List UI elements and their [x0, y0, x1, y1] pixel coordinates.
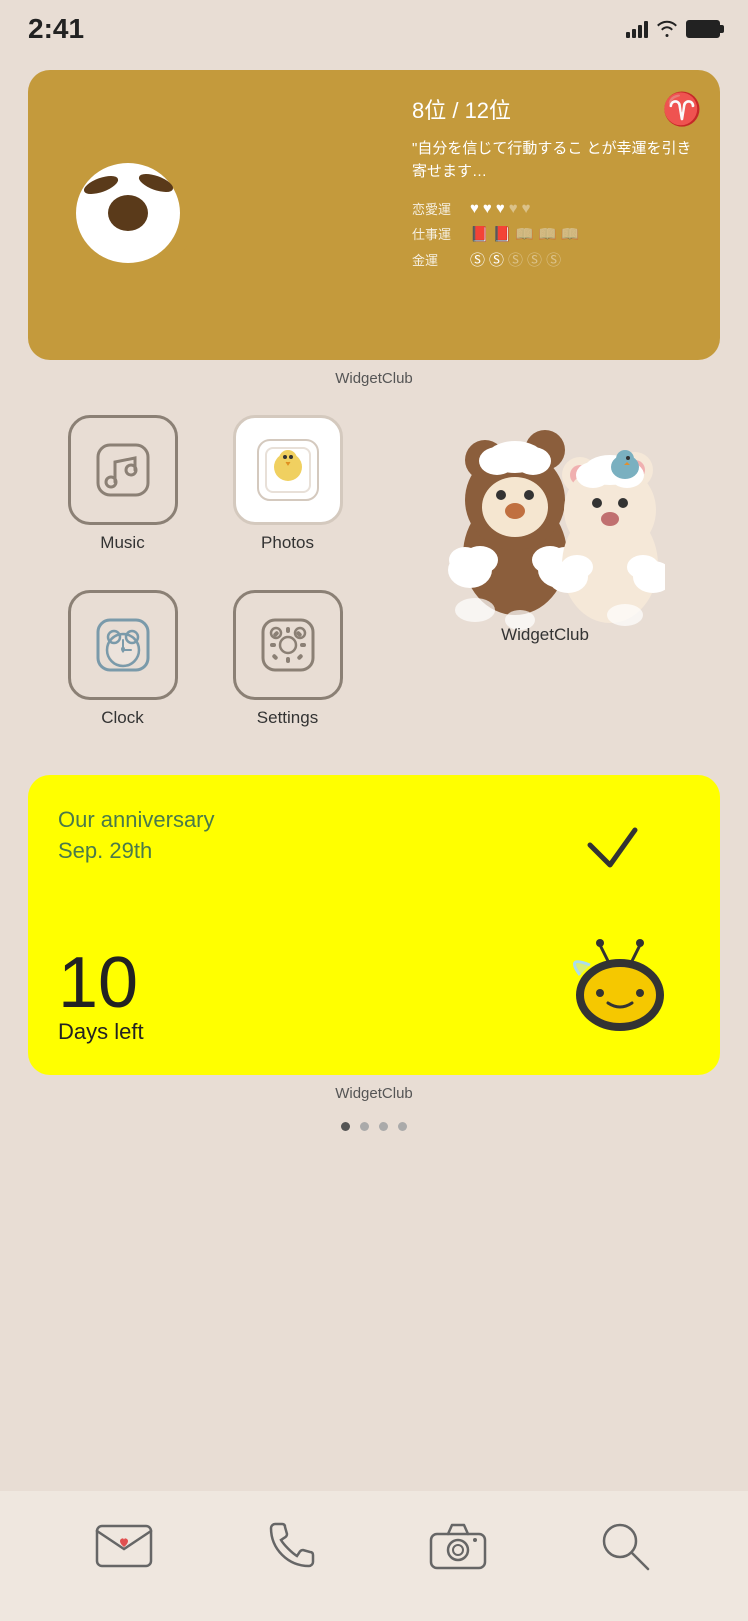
clock-icon[interactable]	[68, 590, 178, 700]
music-icon[interactable]	[68, 415, 178, 525]
anniversary-title-date: Sep. 29th	[58, 838, 152, 863]
bee-decoration	[560, 935, 680, 1035]
photos-svg	[253, 435, 323, 505]
search-icon	[596, 1517, 654, 1575]
checkmark-decoration	[580, 825, 640, 875]
page-dot-1[interactable]	[341, 1122, 350, 1131]
settings-icon[interactable]	[233, 590, 343, 700]
work-rating-row: 仕事運 📕 📕 📖 📖 📖	[412, 224, 702, 243]
app-grid: Music Photos	[40, 415, 720, 745]
rilakkuma-illustration	[425, 415, 665, 635]
page-dots	[0, 1122, 748, 1131]
music-app[interactable]: Music	[40, 415, 205, 553]
love-rating-row: 恋愛運 ♥ ♥ ♥ ♥ ♥	[412, 199, 702, 218]
anniversary-title-line1: Our anniversary	[58, 807, 215, 832]
money-rating-row: 金運 Ⓢ Ⓢ Ⓢ Ⓢ Ⓢ	[412, 249, 702, 270]
horoscope-quote: "自分を信じて行動するこ とが幸運を引き寄せます…	[412, 138, 702, 183]
dock	[0, 1491, 748, 1621]
battery-icon	[686, 20, 720, 38]
money-rating-icons: Ⓢ Ⓢ Ⓢ Ⓢ Ⓢ	[470, 249, 561, 270]
photos-icon[interactable]	[233, 415, 343, 525]
bear-illustration	[46, 95, 211, 305]
work-rating-icons: 📕 📕 📖 📖 📖	[470, 225, 579, 243]
status-bar: 2:41	[0, 0, 748, 54]
love-rating-icons: ♥ ♥ ♥ ♥ ♥	[470, 200, 531, 217]
horoscope-widget-club-label: WidgetClub	[0, 370, 748, 387]
signal-icon	[626, 20, 648, 38]
clock-label: Clock	[101, 708, 144, 728]
mail-icon	[94, 1521, 154, 1571]
rilakkuma-widget[interactable]: WidgetClub	[370, 415, 720, 645]
search-app[interactable]	[590, 1511, 660, 1581]
clock-app[interactable]: Clock	[40, 590, 205, 728]
wifi-icon	[656, 20, 678, 38]
photos-label: Photos	[261, 533, 314, 553]
camera-app[interactable]	[423, 1511, 493, 1581]
zodiac-symbol: ♈	[662, 90, 702, 128]
widgetclub-right-label: WidgetClub	[501, 625, 589, 645]
horoscope-content: 8位 / 12位 ♈ "自分を信じて行動するこ とが幸運を引き寄せます… 恋愛運…	[412, 90, 702, 276]
money-rating-label: 金運	[412, 250, 464, 269]
camera-icon	[428, 1520, 488, 1572]
horoscope-rank: 8位 / 12位 ♈	[412, 90, 702, 128]
music-label: Music	[100, 533, 144, 553]
music-svg	[93, 440, 153, 500]
anniversary-widget[interactable]: Our anniversary Sep. 29th 10 Days left	[28, 775, 720, 1075]
settings-app[interactable]: Settings	[205, 590, 370, 728]
page-dot-3[interactable]	[379, 1122, 388, 1131]
settings-label: Settings	[257, 708, 318, 728]
phone-app[interactable]	[256, 1511, 326, 1581]
horoscope-rank-text: 8位 / 12位	[412, 93, 511, 125]
status-icons	[626, 20, 720, 38]
settings-svg	[258, 615, 318, 675]
anniversary-widget-club-label: WidgetClub	[0, 1085, 748, 1102]
love-rating-label: 恋愛運	[412, 199, 464, 218]
mail-app[interactable]	[89, 1511, 159, 1581]
horoscope-widget[interactable]: 8位 / 12位 ♈ "自分を信じて行動するこ とが幸運を引き寄せます… 恋愛運…	[28, 70, 720, 360]
work-rating-label: 仕事運	[412, 224, 464, 243]
anniversary-days: 10 Days left	[58, 947, 144, 1045]
photos-app[interactable]: Photos	[205, 415, 370, 553]
page-dot-2[interactable]	[360, 1122, 369, 1131]
phone-icon	[263, 1519, 318, 1574]
page-dot-4[interactable]	[398, 1122, 407, 1131]
horoscope-ratings: 恋愛運 ♥ ♥ ♥ ♥ ♥ 仕事運 📕 📕 📖 📖 📖	[412, 199, 702, 270]
days-number: 10	[58, 947, 144, 1019]
status-time: 2:41	[28, 13, 84, 45]
clock-svg	[93, 615, 153, 675]
days-label: Days left	[58, 1019, 144, 1045]
